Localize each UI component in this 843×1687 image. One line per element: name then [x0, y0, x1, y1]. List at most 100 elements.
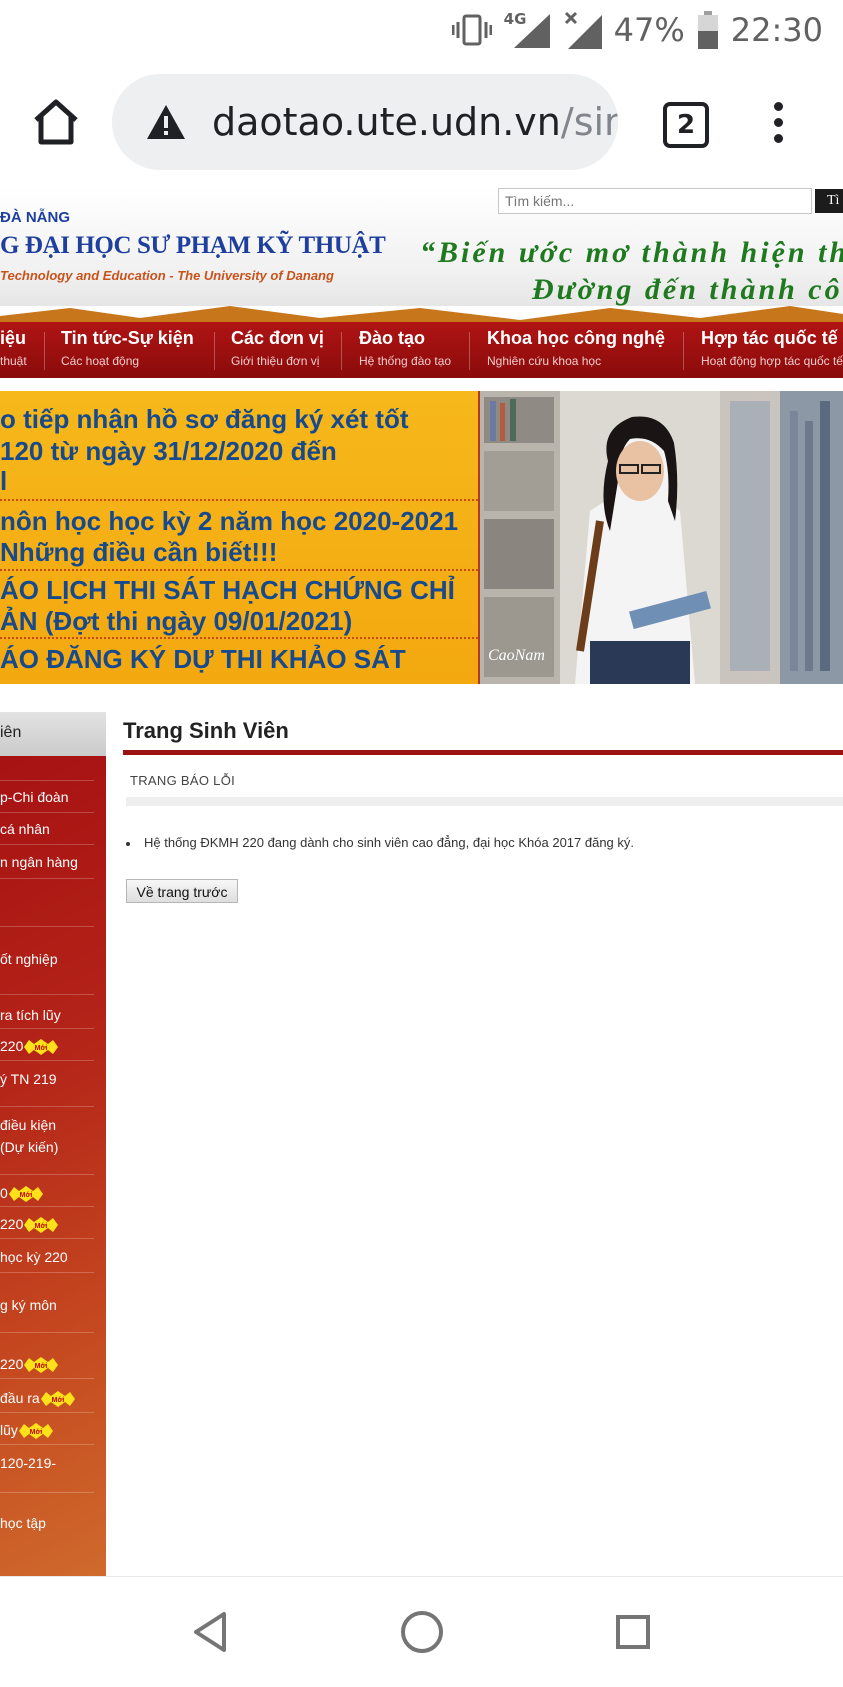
news-divider — [0, 569, 478, 571]
sidebar-divider — [0, 1060, 94, 1061]
overflow-menu-icon[interactable] — [768, 102, 788, 146]
nav-item-subtitle: thuật — [0, 354, 27, 368]
url-host: daotao.ute.udn.vn — [212, 100, 561, 144]
sidebar-item[interactable]: (Dự kiến) — [0, 1136, 58, 1158]
sidebar-divider — [0, 878, 94, 879]
sidebar-divider — [0, 812, 94, 813]
new-badge-icon: Mới — [18, 1423, 53, 1440]
sidebar-item[interactable]: học kỳ 220 — [0, 1246, 68, 1268]
address-bar[interactable]: daotao.ute.udn.vn/sinh — [112, 74, 618, 170]
sidebar-item[interactable]: ốt nghiệp — [0, 948, 58, 970]
sidebar-item[interactable]: lũy Mới — [0, 1419, 53, 1441]
svg-text:Mới: Mới — [51, 1397, 64, 1404]
sidebar-divider — [0, 1412, 94, 1413]
news-line[interactable]: ÁO ĐĂNG KÝ DỰ THI KHẢO SÁT — [0, 643, 406, 675]
university-name[interactable]: G ĐẠI HỌC SƯ PHẠM KỸ THUẬT — [0, 232, 386, 260]
sidebar-divider — [0, 1028, 94, 1029]
clock: 22:30 — [730, 11, 823, 49]
sidebar-divider — [0, 1444, 94, 1445]
sidebar-divider — [0, 1174, 94, 1175]
back-triangle-icon[interactable] — [186, 1607, 236, 1657]
battery-percent: 47% — [613, 11, 685, 49]
sidebar-item[interactable]: học tập — [0, 1512, 46, 1534]
university-english-name: Technology and Education - The Universit… — [0, 268, 334, 283]
news-line[interactable]: l — [0, 465, 7, 497]
home-circle-icon[interactable] — [397, 1607, 447, 1657]
sidebar-item[interactable]: 220 Mới — [0, 1035, 59, 1057]
nav-item-title: Hợp tác quốc tế — [701, 328, 838, 348]
news-line[interactable]: Những điều cần biết!!! — [0, 536, 277, 568]
news-line[interactable]: 120 từ ngày 31/12/2020 đến — [0, 435, 337, 467]
sidebar-heading: iên — [0, 712, 106, 756]
new-badge-icon: Mới — [24, 1357, 59, 1374]
sidebar-item[interactable]: ra tích lũy — [0, 1004, 61, 1026]
sidebar-item[interactable]: 220 Mới — [0, 1213, 59, 1235]
news-line[interactable]: o tiếp nhận hồ sơ đăng ký xét tốt — [0, 403, 409, 435]
site-search-button[interactable]: Tì — [815, 189, 843, 213]
news-line[interactable]: nôn học học kỳ 2 năm học 2020-2021 — [0, 505, 458, 537]
news-line[interactable]: ẢN (Đợt thi ngày 09/01/2021) — [0, 605, 352, 637]
signal-no-data-icon — [564, 11, 602, 49]
not-secure-warning-icon[interactable] — [146, 104, 186, 140]
nav-separator — [683, 332, 684, 370]
vibrate-icon — [451, 14, 492, 46]
sidebar-divider — [0, 780, 94, 781]
nav-item-subtitle: Các hoạt động — [61, 354, 140, 368]
svg-text:Mới: Mới — [19, 1192, 32, 1199]
sidebar-item-label: 220 — [0, 1038, 24, 1054]
nav-item-subtitle: Hệ thống đào tạo — [359, 354, 452, 368]
sidebar-item[interactable]: ý TN 219 — [0, 1068, 57, 1090]
sidebar-item-label: đầu ra — [0, 1390, 40, 1406]
site-search-input[interactable] — [498, 188, 812, 214]
title-underline — [123, 750, 843, 755]
url-text[interactable]: daotao.ute.udn.vn/sinh — [212, 74, 618, 170]
svg-text:Mới: Mới — [35, 1223, 48, 1230]
nav-item-subtitle: Nghiên cứu khoa học — [487, 354, 602, 368]
sidebar-item[interactable]: n ngân hàng — [0, 851, 78, 873]
error-message: Hệ thống ĐKMH 220 đang dành cho sinh viê… — [144, 835, 635, 850]
nav-item-title: Các đơn vị — [231, 328, 324, 348]
recents-square-icon[interactable] — [608, 1607, 658, 1657]
new-badge-icon: Mới — [24, 1039, 59, 1056]
sidebar-divider — [0, 1272, 94, 1273]
system-navigation-bar — [0, 1576, 843, 1687]
nav-item-title: Khoa học công nghệ — [487, 328, 665, 348]
nav-item-title: iệu — [0, 328, 27, 348]
sidebar-item[interactable]: đầu ra Mới — [0, 1387, 75, 1409]
sidebar-item[interactable]: p-Chi đoàn — [0, 786, 69, 808]
news-divider — [0, 499, 478, 501]
sidebar-item[interactable]: 120-219- — [0, 1452, 56, 1474]
sidebar-divider — [0, 994, 94, 995]
sidebar-item[interactable]: 220 Mới — [0, 1353, 59, 1375]
news-line[interactable]: ÁO LỊCH THI SÁT HẠCH CHỨNG CHỈ — [0, 574, 455, 606]
sidebar-item-label: 0 — [0, 1185, 8, 1201]
web-page: ĐÀ NẴNG G ĐẠI HỌC SƯ PHẠM KỸ THUẬT Techn… — [0, 188, 843, 1576]
back-button[interactable]: Về trang trước — [126, 879, 238, 903]
sidebar-divider — [0, 926, 94, 927]
sidebar-item[interactable]: 0 Mới — [0, 1182, 43, 1204]
svg-text:Mới: Mới — [30, 1429, 43, 1436]
nav-separator — [469, 332, 470, 370]
sidebar-divider — [0, 1492, 94, 1493]
svg-text:Mới: Mới — [35, 1363, 48, 1370]
new-badge-icon: Mới — [40, 1391, 75, 1408]
slogan-line-1: “Biến ước mơ thành hiện thự — [420, 236, 843, 269]
sidebar-item-label: 220 — [0, 1356, 24, 1372]
error-page-label: TRANG BÁO LỖI — [130, 773, 236, 788]
sidebar-divider — [0, 1332, 94, 1333]
section-divider — [126, 797, 843, 806]
sidebar-divider — [0, 1238, 94, 1239]
signal-icon: 4G — [504, 10, 552, 50]
sidebar-item[interactable]: g ký môn — [0, 1294, 57, 1316]
page-title: Trang Sinh Viên — [123, 718, 289, 743]
sidebar-item[interactable]: cá nhân — [0, 818, 50, 840]
tab-switcher-icon[interactable]: 2 — [663, 102, 709, 148]
nav-item-subtitle: Hoạt động hợp tác quốc tế — [701, 354, 843, 368]
sidebar-divider — [0, 844, 94, 845]
bullet-icon — [126, 842, 130, 846]
home-icon[interactable] — [30, 96, 82, 148]
sidebar-item[interactable]: điều kiện — [0, 1114, 56, 1136]
sidebar-divider — [0, 1106, 94, 1107]
sidebar-divider — [0, 1378, 94, 1379]
sidebar: iên p-Chi đoàn cá nhân n ngân hàng ốt ng… — [0, 712, 106, 1576]
